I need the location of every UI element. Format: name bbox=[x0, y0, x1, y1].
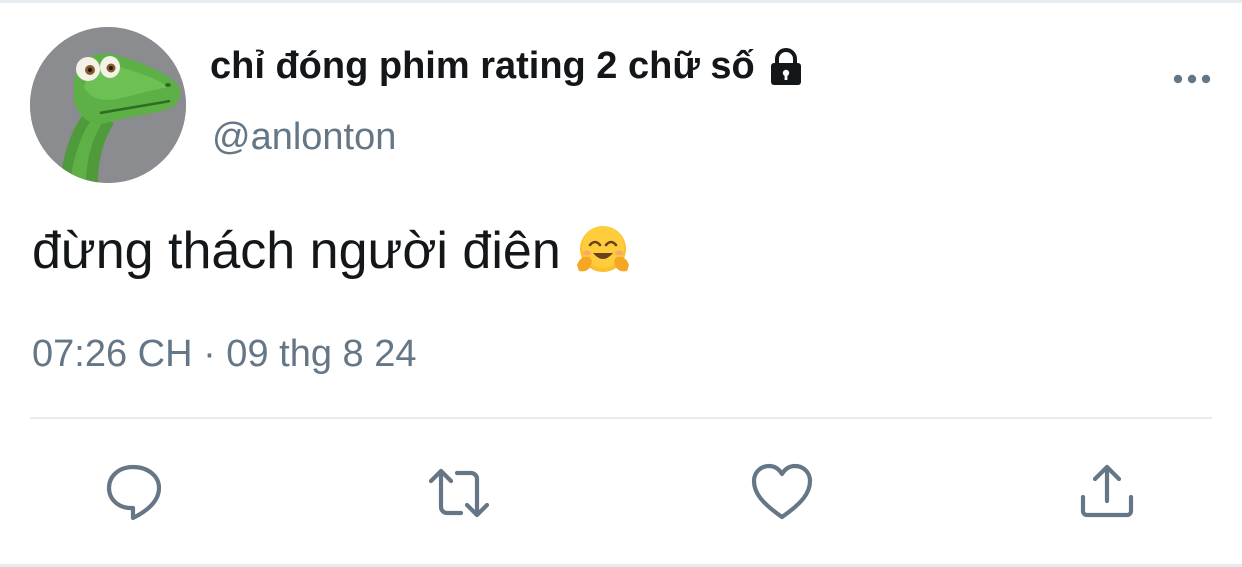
more-icon[interactable] bbox=[1170, 65, 1214, 93]
retweet-icon[interactable] bbox=[427, 461, 491, 525]
reply-icon[interactable] bbox=[103, 461, 167, 525]
divider bbox=[30, 417, 1212, 419]
display-name[interactable]: chỉ đóng phim rating 2 chữ số bbox=[210, 45, 807, 88]
avatar[interactable] bbox=[30, 27, 186, 183]
timestamp[interactable]: 07:26 CH · 09 thg 8 24 bbox=[32, 333, 416, 376]
dinosaur-avatar-image bbox=[30, 27, 186, 183]
like-icon[interactable] bbox=[750, 461, 814, 525]
tweet-text-content: đừng thách người điên bbox=[32, 222, 561, 280]
share-icon[interactable] bbox=[1075, 461, 1139, 525]
tweet-card: chỉ đóng phim rating 2 chữ số @anlonton … bbox=[0, 0, 1242, 567]
hugging-face-emoji bbox=[575, 223, 631, 279]
tweet-text: đừng thách người điên bbox=[32, 221, 631, 281]
handle[interactable]: @anlonton bbox=[212, 116, 396, 159]
display-name-text[interactable]: chỉ đóng phim rating 2 chữ số bbox=[210, 45, 755, 88]
lock-icon bbox=[765, 46, 807, 88]
